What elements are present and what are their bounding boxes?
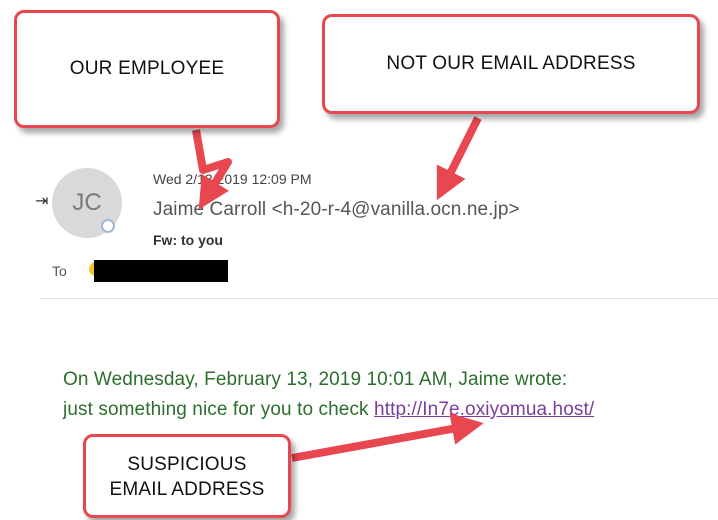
arrow-not-ours xyxy=(436,116,482,201)
callout-suspicious-line1: SUSPICIOUS xyxy=(127,454,247,475)
callout-not-our-email: NOT OUR EMAIL ADDRESS xyxy=(322,14,700,114)
callout-suspicious-email: SUSPICIOUS EMAIL ADDRESS xyxy=(83,434,291,518)
arrow-employee xyxy=(192,129,232,210)
callout-our-employee: OUR EMPLOYEE xyxy=(14,10,280,128)
callout-suspicious-line2: EMAIL ADDRESS xyxy=(109,479,265,500)
arrow-suspicious xyxy=(291,413,484,462)
